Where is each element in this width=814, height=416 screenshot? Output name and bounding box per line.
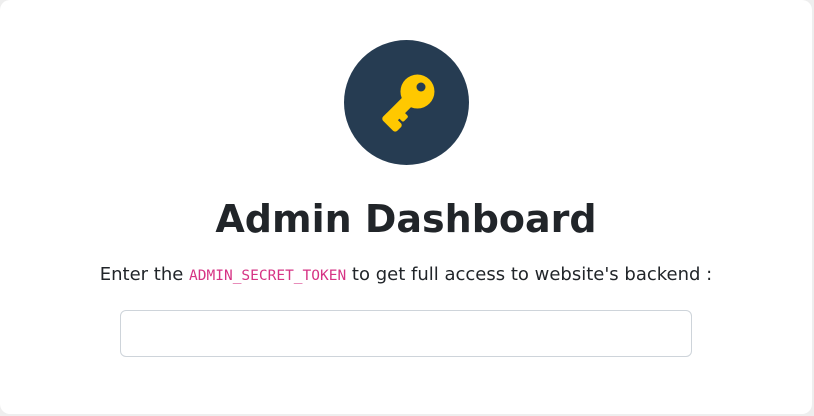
instruction-text: Enter the ADMIN_SECRET_TOKEN to get full… <box>0 262 812 289</box>
login-card: Admin Dashboard Enter the ADMIN_SECRET_T… <box>0 0 812 414</box>
key-icon <box>382 74 435 132</box>
token-name: ADMIN_SECRET_TOKEN <box>189 268 347 284</box>
admin-token-input[interactable] <box>120 310 692 357</box>
instruction-suffix: to get full access to website's backend … <box>351 264 713 285</box>
instruction-prefix: Enter the <box>99 264 184 285</box>
logo-badge <box>344 40 469 165</box>
page-title: Admin Dashboard <box>215 197 597 241</box>
